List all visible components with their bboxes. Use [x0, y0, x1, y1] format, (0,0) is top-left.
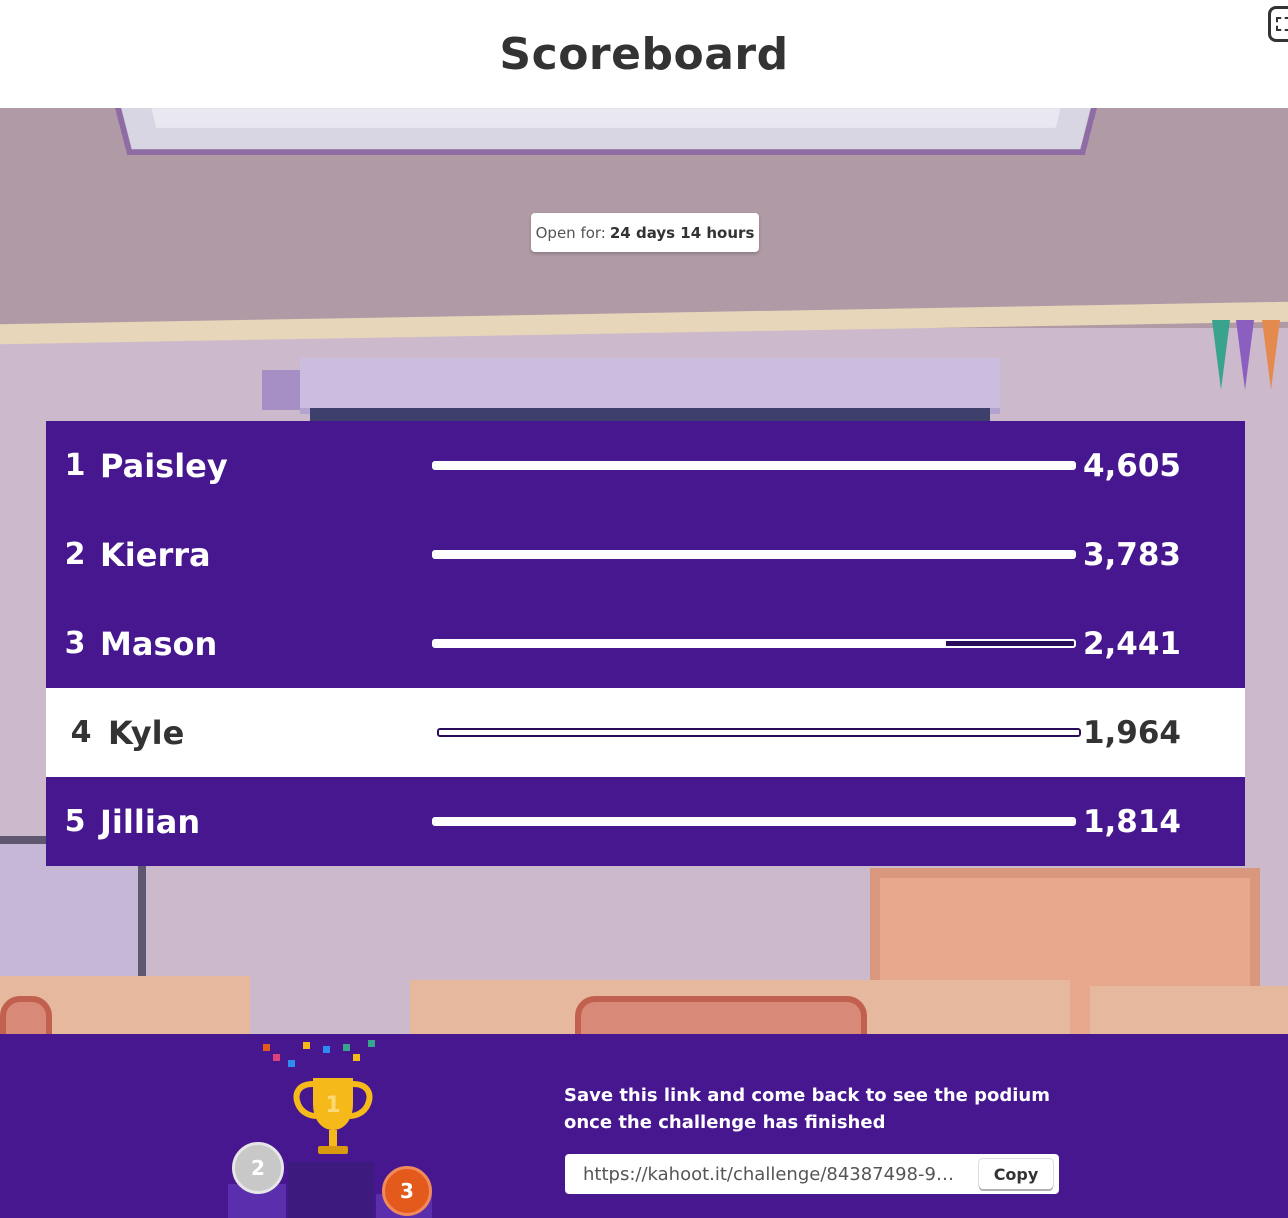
player-rank: 2 [64, 537, 86, 572]
score-bar-fill [434, 463, 1074, 468]
score-bar [432, 550, 1076, 559]
footer-panel: 1 2 3 Save this link and come back to se… [0, 1034, 1288, 1218]
projector-screen-illustration [300, 358, 1000, 414]
player-name: Kyle [108, 713, 185, 752]
player-rank: 4 [70, 715, 92, 750]
score-bar [432, 461, 1076, 470]
bronze-medal-label: 3 [400, 1179, 414, 1203]
trophy-icon: 1 [293, 1078, 373, 1154]
challenge-link-field[interactable]: https://kahoot.it/challenge/84387498-97.… [565, 1154, 1059, 1194]
leaderboard-row: 1 Paisley 4,605 [46, 421, 1245, 510]
score-bar-fill [439, 730, 1079, 735]
podium-first-block [288, 1162, 374, 1218]
score-bar [432, 639, 1076, 648]
player-rank: 3 [64, 626, 86, 661]
score-bar-fill [434, 819, 1074, 824]
player-rank: 5 [64, 804, 86, 839]
open-for-label: Open for: [535, 223, 606, 242]
silver-medal-icon: 2 [232, 1142, 284, 1194]
copy-link-button[interactable]: Copy [979, 1159, 1053, 1189]
player-score: 1,964 [1082, 714, 1181, 751]
open-for-badge: Open for: 24 days 14 hours [531, 213, 759, 252]
player-score: 2,441 [1082, 625, 1181, 662]
player-name: Paisley [100, 446, 228, 485]
leaderboard-row: 2 Kierra 3,783 [46, 510, 1245, 599]
podium-illustration: 1 2 3 [228, 1034, 438, 1218]
player-rank: 1 [64, 448, 86, 483]
expand-icon[interactable] [1268, 6, 1288, 42]
player-name: Mason [100, 624, 218, 663]
leaderboard-row: 3 Mason 2,441 [46, 599, 1245, 688]
score-bar-fill [434, 552, 1074, 557]
challenge-link-text[interactable]: https://kahoot.it/challenge/84387498-97.… [583, 1164, 963, 1185]
player-score: 4,605 [1082, 447, 1181, 484]
leaderboard-row: 5 Jillian 1,814 [46, 777, 1245, 866]
page-title: Scoreboard [499, 28, 789, 80]
bronze-medal-icon: 3 [382, 1166, 432, 1216]
silver-medal-label: 2 [251, 1156, 265, 1180]
open-for-value: 24 days 14 hours [609, 223, 755, 242]
player-name: Kierra [100, 535, 211, 574]
trophy-rank-label: 1 [325, 1093, 340, 1118]
leaderboard: 1 Paisley 4,605 2 Kierra 3,783 3 Mason 2… [46, 421, 1245, 866]
leaderboard-row-current-player: 4 Kyle 1,964 [46, 688, 1245, 777]
ceiling-light-illustration [112, 108, 1100, 155]
player-name: Jillian [100, 802, 201, 841]
page-header: Scoreboard [0, 0, 1288, 108]
score-bar-fill [434, 641, 946, 646]
score-bar [432, 817, 1076, 826]
player-score: 3,783 [1082, 536, 1181, 573]
score-bar [437, 728, 1081, 737]
save-link-message: Save this link and come back to see the … [564, 1085, 1050, 1133]
player-score: 1,814 [1082, 803, 1181, 840]
